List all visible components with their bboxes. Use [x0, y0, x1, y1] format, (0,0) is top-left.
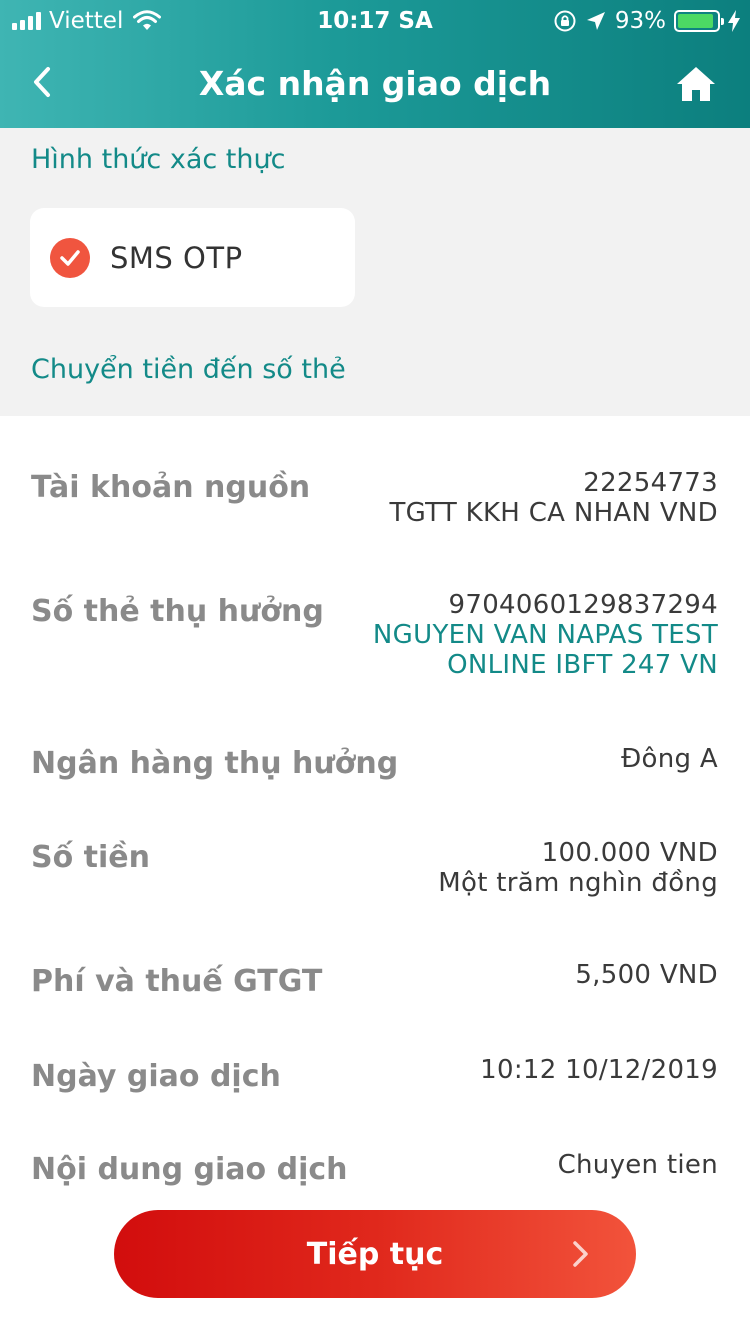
page-title: Xác nhận giao dịch	[198, 64, 552, 103]
amount-in-words: Một trăm nghìn đồng	[438, 868, 718, 898]
navigation-bar: Xác nhận giao dịch	[0, 48, 750, 120]
charging-bolt-icon	[728, 10, 740, 32]
continue-button[interactable]: Tiếp tục	[114, 1210, 636, 1298]
transfer-type-label: Chuyển tiền đến số thẻ	[31, 354, 346, 385]
back-button[interactable]	[20, 56, 64, 108]
status-bar: Viettel 10:17 SA 93%	[0, 0, 750, 40]
source-account-value: 22254773 TGTT KKH CA NHAN VND	[389, 468, 718, 528]
source-account-number: 22254773	[583, 468, 718, 498]
sms-otp-option[interactable]: SMS OTP	[30, 208, 355, 307]
source-account-label: Tài khoản nguồn	[31, 470, 311, 505]
amount-label: Số tiền	[31, 840, 150, 875]
beneficiary-card-label: Số thẻ thụ hưởng	[31, 594, 324, 629]
continue-label: Tiếp tục	[306, 1236, 444, 1272]
chevron-right-icon	[573, 1241, 588, 1267]
auth-section: Hình thức xác thực SMS OTP Chuyển tiền đ…	[0, 128, 750, 416]
battery-percent: 93%	[614, 8, 666, 34]
beneficiary-card-number: 9704060129837294	[448, 590, 718, 620]
beneficiary-name-line2: ONLINE IBFT 247 VN	[447, 650, 718, 680]
sms-otp-label: SMS OTP	[110, 240, 243, 275]
beneficiary-card-value: 9704060129837294 NGUYEN VAN NAPAS TEST O…	[373, 590, 718, 680]
source-account-name: TGTT KKH CA NHAN VND	[389, 498, 718, 528]
date-value: 10:12 10/12/2019	[480, 1055, 718, 1085]
date-label: Ngày giao dịch	[31, 1059, 281, 1094]
checked-icon	[50, 237, 90, 278]
rotation-lock-icon	[554, 10, 576, 32]
battery-icon	[674, 10, 724, 32]
amount-value: 100.000 VND Một trăm nghìn đồng	[438, 838, 718, 898]
fee-label: Phí và thuế GTGT	[31, 964, 323, 999]
beneficiary-name-line1: NGUYEN VAN NAPAS TEST	[372, 620, 718, 650]
content-value: Chuyen tien	[557, 1150, 718, 1180]
fee-value: 5,500 VND	[575, 960, 718, 990]
chevron-left-icon	[34, 67, 50, 97]
auth-section-label: Hình thức xác thực	[31, 144, 286, 175]
beneficiary-bank-value: Đông A	[621, 744, 718, 774]
amount-number: 100.000 VND	[541, 838, 718, 868]
home-icon	[677, 67, 715, 101]
location-arrow-icon	[586, 12, 605, 30]
beneficiary-bank-label: Ngân hàng thụ hưởng	[31, 746, 399, 781]
app-header: Viettel 10:17 SA 93% Xác nhận giao dịch	[0, 0, 750, 128]
home-button[interactable]	[672, 60, 720, 108]
content-label: Nội dung giao dịch	[31, 1152, 348, 1187]
